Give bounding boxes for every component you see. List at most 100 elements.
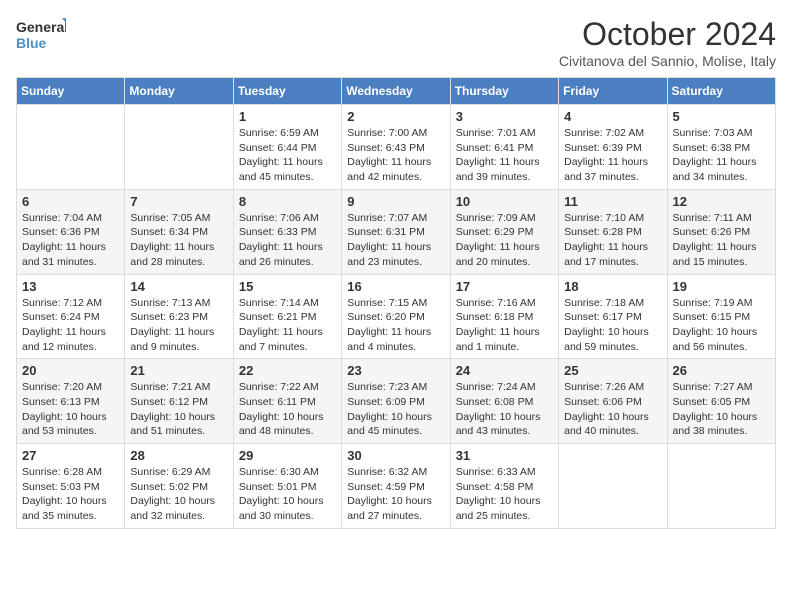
day-number: 23 [347,363,444,378]
day-cell: 8 Sunrise: 7:06 AM Sunset: 6:33 PM Daylig… [233,189,341,274]
day-cell: 14 Sunrise: 7:13 AM Sunset: 6:23 PM Dayli… [125,274,233,359]
logo: General Blue [16,16,66,56]
day-number: 4 [564,109,661,124]
day-cell [559,444,667,529]
day-info: Sunrise: 6:30 AM Sunset: 5:01 PM Dayligh… [239,465,336,524]
day-info: Sunrise: 6:28 AM Sunset: 5:03 PM Dayligh… [22,465,119,524]
day-info: Sunrise: 7:03 AM Sunset: 6:38 PM Dayligh… [673,126,770,185]
logo-svg: General Blue [16,16,66,56]
day-number: 14 [130,279,227,294]
day-cell [667,444,775,529]
day-number: 27 [22,448,119,463]
week-row-5: 27 Sunrise: 6:28 AM Sunset: 5:03 PM Dayli… [17,444,776,529]
day-info: Sunrise: 6:29 AM Sunset: 5:02 PM Dayligh… [130,465,227,524]
day-number: 2 [347,109,444,124]
location-subtitle: Civitanova del Sannio, Molise, Italy [559,53,776,69]
day-cell: 19 Sunrise: 7:19 AM Sunset: 6:15 PM Dayli… [667,274,775,359]
day-info: Sunrise: 7:02 AM Sunset: 6:39 PM Dayligh… [564,126,661,185]
day-info: Sunrise: 7:22 AM Sunset: 6:11 PM Dayligh… [239,380,336,439]
day-info: Sunrise: 7:05 AM Sunset: 6:34 PM Dayligh… [130,211,227,270]
day-info: Sunrise: 6:32 AM Sunset: 4:59 PM Dayligh… [347,465,444,524]
column-header-thursday: Thursday [450,78,558,105]
day-info: Sunrise: 7:19 AM Sunset: 6:15 PM Dayligh… [673,296,770,355]
week-row-4: 20 Sunrise: 7:20 AM Sunset: 6:13 PM Dayli… [17,359,776,444]
day-cell: 7 Sunrise: 7:05 AM Sunset: 6:34 PM Daylig… [125,189,233,274]
day-info: Sunrise: 7:13 AM Sunset: 6:23 PM Dayligh… [130,296,227,355]
day-cell: 13Sunrise: 7:12 AM Sunset: 6:24 PM Dayli… [17,274,125,359]
title-block: October 2024 Civitanova del Sannio, Moli… [559,16,776,69]
day-info: Sunrise: 7:18 AM Sunset: 6:17 PM Dayligh… [564,296,661,355]
day-info: Sunrise: 7:00 AM Sunset: 6:43 PM Dayligh… [347,126,444,185]
day-cell: 26Sunrise: 7:27 AM Sunset: 6:05 PM Dayli… [667,359,775,444]
day-info: Sunrise: 7:20 AM Sunset: 6:13 PM Dayligh… [22,380,119,439]
day-cell: 17Sunrise: 7:16 AM Sunset: 6:18 PM Dayli… [450,274,558,359]
column-header-monday: Monday [125,78,233,105]
day-number: 21 [130,363,227,378]
day-cell: 27 Sunrise: 6:28 AM Sunset: 5:03 PM Dayli… [17,444,125,529]
day-cell: 16 Sunrise: 7:15 AM Sunset: 6:20 PM Dayli… [342,274,450,359]
day-info: Sunrise: 7:24 AM Sunset: 6:08 PM Dayligh… [456,380,553,439]
day-cell: 5 Sunrise: 7:03 AM Sunset: 6:38 PM Daylig… [667,105,775,190]
day-cell: 31 Sunrise: 6:33 AM Sunset: 4:58 PM Dayli… [450,444,558,529]
week-row-1: 1Sunrise: 6:59 AM Sunset: 6:44 PM Daylig… [17,105,776,190]
column-header-wednesday: Wednesday [342,78,450,105]
day-cell: 15 Sunrise: 7:14 AM Sunset: 6:21 PM Dayli… [233,274,341,359]
day-number: 11 [564,194,661,209]
day-info: Sunrise: 7:23 AM Sunset: 6:09 PM Dayligh… [347,380,444,439]
day-info: Sunrise: 7:27 AM Sunset: 6:05 PM Dayligh… [673,380,770,439]
day-info: Sunrise: 7:11 AM Sunset: 6:26 PM Dayligh… [673,211,770,270]
day-number: 3 [456,109,553,124]
calendar-table: SundayMondayTuesdayWednesdayThursdayFrid… [16,77,776,529]
day-cell: 28 Sunrise: 6:29 AM Sunset: 5:02 PM Dayli… [125,444,233,529]
day-number: 8 [239,194,336,209]
day-cell: 11 Sunrise: 7:10 AM Sunset: 6:28 PM Dayli… [559,189,667,274]
day-number: 1 [239,109,336,124]
day-number: 28 [130,448,227,463]
day-info: Sunrise: 7:15 AM Sunset: 6:20 PM Dayligh… [347,296,444,355]
day-cell: 3Sunrise: 7:01 AM Sunset: 6:41 PM Daylig… [450,105,558,190]
day-cell: 21Sunrise: 7:21 AM Sunset: 6:12 PM Dayli… [125,359,233,444]
day-cell: 22Sunrise: 7:22 AM Sunset: 6:11 PM Dayli… [233,359,341,444]
day-info: Sunrise: 7:14 AM Sunset: 6:21 PM Dayligh… [239,296,336,355]
day-number: 16 [347,279,444,294]
day-info: Sunrise: 7:26 AM Sunset: 6:06 PM Dayligh… [564,380,661,439]
day-cell: 20 Sunrise: 7:20 AM Sunset: 6:13 PM Dayli… [17,359,125,444]
month-title: October 2024 [559,16,776,53]
day-info: Sunrise: 7:10 AM Sunset: 6:28 PM Dayligh… [564,211,661,270]
day-cell: 10Sunrise: 7:09 AM Sunset: 6:29 PM Dayli… [450,189,558,274]
day-number: 24 [456,363,553,378]
day-number: 29 [239,448,336,463]
column-header-tuesday: Tuesday [233,78,341,105]
day-cell: 4 Sunrise: 7:02 AM Sunset: 6:39 PM Daylig… [559,105,667,190]
day-cell: 6Sunrise: 7:04 AM Sunset: 6:36 PM Daylig… [17,189,125,274]
day-number: 5 [673,109,770,124]
day-number: 9 [347,194,444,209]
column-header-friday: Friday [559,78,667,105]
svg-text:Blue: Blue [16,35,47,51]
day-info: Sunrise: 6:33 AM Sunset: 4:58 PM Dayligh… [456,465,553,524]
day-info: Sunrise: 7:06 AM Sunset: 6:33 PM Dayligh… [239,211,336,270]
day-cell: 1Sunrise: 6:59 AM Sunset: 6:44 PM Daylig… [233,105,341,190]
column-header-saturday: Saturday [667,78,775,105]
week-row-2: 6Sunrise: 7:04 AM Sunset: 6:36 PM Daylig… [17,189,776,274]
day-cell: 29 Sunrise: 6:30 AM Sunset: 5:01 PM Dayli… [233,444,341,529]
day-info: Sunrise: 7:09 AM Sunset: 6:29 PM Dayligh… [456,211,553,270]
day-number: 31 [456,448,553,463]
day-number: 25 [564,363,661,378]
day-info: Sunrise: 7:04 AM Sunset: 6:36 PM Dayligh… [22,211,119,270]
day-number: 7 [130,194,227,209]
day-cell: 9Sunrise: 7:07 AM Sunset: 6:31 PM Daylig… [342,189,450,274]
week-row-3: 13Sunrise: 7:12 AM Sunset: 6:24 PM Dayli… [17,274,776,359]
svg-text:General: General [16,19,66,35]
day-number: 18 [564,279,661,294]
page-header: General Blue October 2024 Civitanova del… [16,16,776,69]
day-cell: 18 Sunrise: 7:18 AM Sunset: 6:17 PM Dayli… [559,274,667,359]
day-number: 30 [347,448,444,463]
day-number: 19 [673,279,770,294]
day-number: 15 [239,279,336,294]
day-cell: 2 Sunrise: 7:00 AM Sunset: 6:43 PM Daylig… [342,105,450,190]
day-number: 20 [22,363,119,378]
day-cell: 30 Sunrise: 6:32 AM Sunset: 4:59 PM Dayli… [342,444,450,529]
calendar-header-row: SundayMondayTuesdayWednesdayThursdayFrid… [17,78,776,105]
day-cell: 25 Sunrise: 7:26 AM Sunset: 6:06 PM Dayli… [559,359,667,444]
